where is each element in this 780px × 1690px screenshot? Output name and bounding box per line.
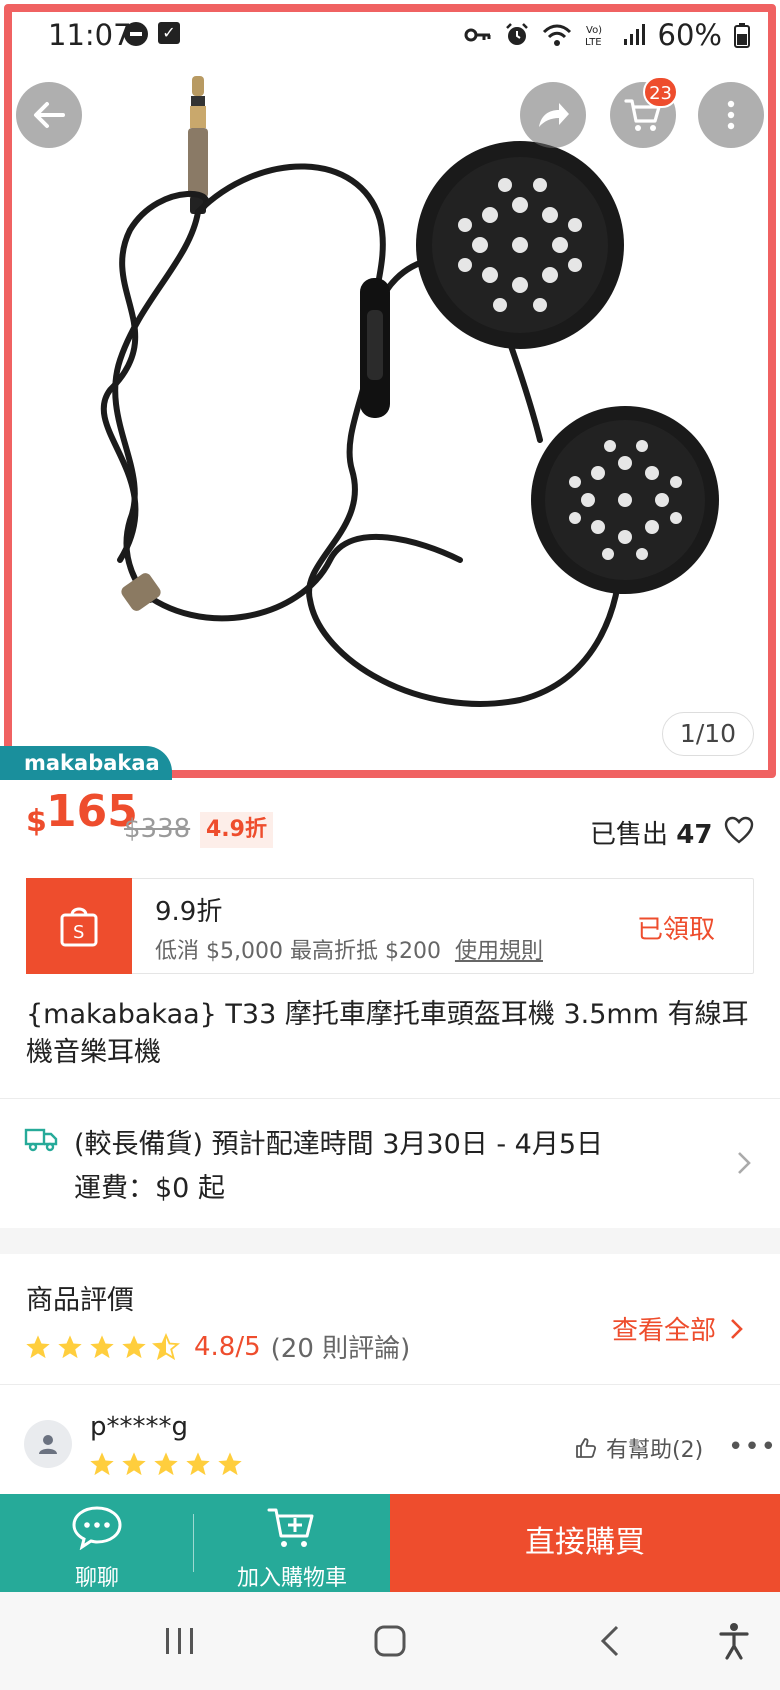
- chat-button[interactable]: 聊聊: [0, 1494, 194, 1592]
- image-counter: 1/10: [662, 712, 754, 756]
- avatar: [24, 1420, 72, 1468]
- delivery-estimate: (較長備貨) 預計配達時間 3月30日 - 4月5日: [74, 1129, 604, 1160]
- wifi-icon: [542, 24, 571, 46]
- star-icon: [218, 1452, 242, 1476]
- price-row: $ 165 $338 4.9折 已售出 47: [0, 780, 780, 870]
- more-vertical-icon: [727, 100, 735, 130]
- price-currency: $: [26, 804, 47, 839]
- svg-text:S: S: [73, 922, 84, 943]
- reviews-summary: 商品評價 4.8/5 (20 則評論) 查看全部: [0, 1254, 780, 1384]
- home-icon: [374, 1625, 406, 1657]
- product-title: {makabakaa} T33 摩托車摩托車頭盔耳機 3.5mm 有線耳機音樂耳…: [26, 999, 749, 1068]
- system-navigation-bar: [0, 1592, 780, 1690]
- sold-label: 已售出: [590, 820, 669, 850]
- star-icon: [58, 1334, 82, 1358]
- add-to-cart-button[interactable]: 加入購物車: [194, 1494, 390, 1592]
- battery-percent: 60%: [657, 18, 722, 52]
- chat-icon: [72, 1506, 122, 1550]
- voucher-description: 低消 $5,000 最高折抵 $200 使用規則: [155, 933, 543, 965]
- accessibility-icon: [719, 1623, 749, 1660]
- back-chevron-icon: [600, 1625, 619, 1657]
- thumbs-up-icon: [576, 1438, 597, 1458]
- minus-circle-icon: [124, 22, 148, 46]
- add-to-cart-icon: [267, 1508, 314, 1547]
- key-icon: [464, 28, 491, 42]
- status-bar: 11:07 ✓ Vo) LTE 60%: [0, 0, 780, 74]
- half-star-icon: [152, 1332, 180, 1360]
- accessibility-button[interactable]: [694, 1592, 774, 1690]
- chat-label: 聊聊: [74, 1566, 119, 1591]
- rating-score: 4.8/5: [194, 1331, 261, 1362]
- sold-count: 已售出 47: [590, 814, 712, 851]
- share-icon: [539, 103, 569, 127]
- voucher-badge: S: [18, 878, 132, 974]
- product-image-gallery[interactable]: 23 1/10 makabakaa: [0, 0, 780, 780]
- voucher-title: 9.9折: [155, 897, 223, 927]
- back-button[interactable]: [16, 82, 82, 148]
- chevron-right-icon: [738, 1152, 751, 1174]
- rating-stars: 4.8/5 (20 則評論): [24, 1328, 410, 1365]
- buy-now-button[interactable]: 直接購買: [390, 1494, 780, 1592]
- chevron-right-icon: [731, 1318, 743, 1339]
- helpful-button[interactable]: 有幫助(2): [574, 1432, 703, 1464]
- signal-icon: [623, 24, 645, 45]
- voucher-claimed-status[interactable]: 已領取: [637, 909, 715, 946]
- back-arrow-icon: [34, 102, 65, 128]
- star-icon: [122, 1452, 146, 1476]
- volte-icon: Vo)LTE: [585, 25, 602, 48]
- secondary-actions: 聊聊 加入購物車: [0, 1494, 390, 1592]
- reviewer-rating: [88, 1450, 244, 1478]
- shipping-info[interactable]: (較長備貨) 預計配達時間 3月30日 - 4月5日 運費：$0 起: [0, 1098, 780, 1228]
- voucher-card[interactable]: S 9.9折 低消 $5,000 最高折抵 $200 使用規則 已領取: [18, 878, 754, 974]
- section-separator: [0, 1228, 780, 1254]
- shopping-bag-icon: S: [60, 907, 98, 947]
- voucher-condition: 低消 $5,000 最高折抵 $200: [155, 939, 441, 964]
- review-item: p*****g 有幫助(2) •••: [0, 1384, 780, 1494]
- view-all-reviews-link[interactable]: 查看全部: [612, 1310, 744, 1347]
- reviewer-name: p*****g: [90, 1412, 189, 1442]
- status-time: 11:07: [48, 18, 132, 52]
- voucher-rules-link[interactable]: 使用規則: [455, 939, 543, 964]
- star-icon: [90, 1452, 114, 1476]
- cart-button[interactable]: 23: [610, 76, 678, 148]
- shop-tag: makabakaa: [0, 746, 172, 780]
- user-icon: [39, 1435, 57, 1454]
- checkbox-icon: ✓: [158, 22, 180, 44]
- battery-icon: [734, 23, 750, 48]
- svg-text:LTE: LTE: [585, 37, 602, 48]
- original-price: $338: [124, 814, 191, 844]
- add-to-cart-label: 加入購物車: [236, 1566, 347, 1591]
- shipping-fee: 運費：$0 起: [74, 1173, 225, 1204]
- star-icon: [122, 1334, 146, 1358]
- alarm-icon: [505, 23, 528, 45]
- recent-apps-button[interactable]: [140, 1592, 220, 1690]
- reviews-title: 商品評價: [26, 1285, 134, 1316]
- bottom-action-bar: 聊聊 加入購物車 直接購買: [0, 1494, 780, 1592]
- back-nav-button[interactable]: [570, 1592, 650, 1690]
- review-count: (20 則評論): [270, 1334, 411, 1364]
- star-icon: [90, 1334, 114, 1358]
- view-all-label: 查看全部: [611, 1316, 716, 1346]
- home-button[interactable]: [350, 1592, 430, 1690]
- review-more-button[interactable]: •••: [728, 1432, 777, 1462]
- recent-apps-icon: [166, 1628, 193, 1654]
- discount-badge: 4.9折: [200, 812, 273, 848]
- sold-number: 47: [676, 820, 713, 850]
- share-button[interactable]: [520, 82, 586, 148]
- helpful-label: 有幫助(2): [606, 1438, 704, 1463]
- more-options-button[interactable]: [698, 82, 764, 148]
- heart-icon[interactable]: [724, 816, 754, 844]
- star-icon: [154, 1452, 178, 1476]
- truck-icon: [24, 1128, 58, 1152]
- star-icon: [186, 1452, 210, 1476]
- svg-text:Vo): Vo): [586, 25, 602, 36]
- star-icon: [26, 1334, 50, 1358]
- cart-count-badge: 23: [643, 76, 678, 108]
